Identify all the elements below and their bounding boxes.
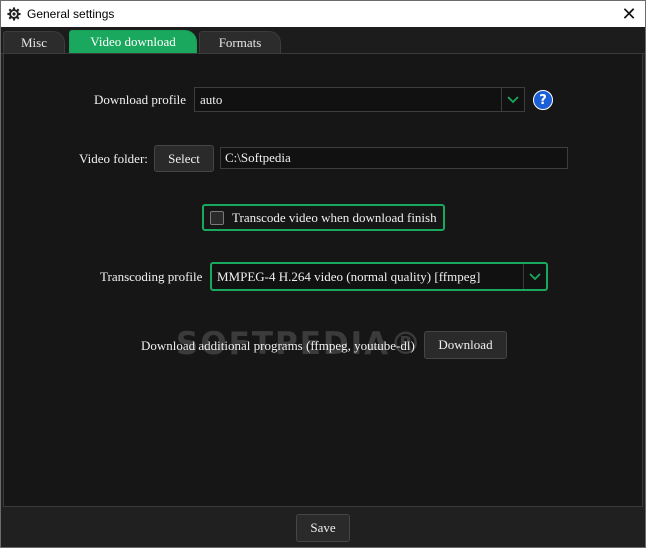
select-folder-button[interactable]: Select xyxy=(154,145,214,172)
close-icon: ✕ xyxy=(621,3,637,25)
tab-label: Misc xyxy=(21,34,47,50)
transcoding-profile-select[interactable]: MMPEG-4 H.264 video (normal quality) [ff… xyxy=(210,262,548,291)
title-bar: General settings ✕ xyxy=(1,1,645,27)
video-download-panel: Download profile auto ? Video folder: Se… xyxy=(3,53,643,507)
video-folder-field[interactable]: C:\Softpedia xyxy=(220,147,568,169)
window-title: General settings xyxy=(27,7,115,21)
download-profile-select[interactable]: auto xyxy=(194,87,525,112)
help-glyph: ? xyxy=(539,92,547,108)
settings-window: General settings ✕ Misc Video download F… xyxy=(0,0,646,548)
transcoding-profile-value: MMPEG-4 H.264 video (normal quality) [ff… xyxy=(217,268,481,284)
chevron-down-icon[interactable] xyxy=(501,88,524,111)
transcode-label: Transcode video when download finish xyxy=(232,209,437,225)
help-icon[interactable]: ? xyxy=(533,90,553,110)
transcoding-profile-label: Transcoding profile xyxy=(100,269,203,284)
download-programs-button[interactable]: Download xyxy=(424,331,507,359)
tab-bar: Misc Video download Formats xyxy=(1,27,645,54)
save-button[interactable]: Save xyxy=(296,514,350,542)
gear-icon xyxy=(7,7,21,21)
close-button[interactable]: ✕ xyxy=(613,1,645,27)
download-profile-value: auto xyxy=(200,91,223,107)
tab-video-download[interactable]: Video download xyxy=(69,30,197,53)
transcode-checkbox-row[interactable]: Transcode video when download finish xyxy=(202,204,445,231)
tab-label: Formats xyxy=(218,34,262,50)
download-profile-label: Download profile xyxy=(94,92,187,107)
transcode-checkbox[interactable] xyxy=(210,210,224,225)
tab-formats[interactable]: Formats xyxy=(199,31,281,53)
tab-label: Video download xyxy=(90,34,176,49)
tab-misc[interactable]: Misc xyxy=(3,31,65,53)
watermark: SOFTPEDIA® xyxy=(176,326,424,362)
chevron-down-icon[interactable] xyxy=(523,264,546,289)
video-folder-label: Video folder: xyxy=(79,151,148,166)
footer: Save xyxy=(1,507,645,547)
